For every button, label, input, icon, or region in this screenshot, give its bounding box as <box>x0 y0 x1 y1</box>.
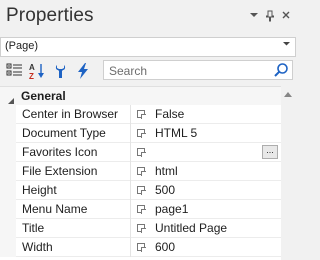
column-divider[interactable] <box>130 181 131 200</box>
property-row[interactable]: Height 500 <box>0 181 281 200</box>
dropdown-icon[interactable] <box>247 10 261 24</box>
row-gutter <box>0 143 16 162</box>
object-selector[interactable]: (Page) <box>0 37 296 57</box>
scroll-up-arrow-icon[interactable] <box>284 92 292 97</box>
property-value[interactable]: page1 <box>155 202 188 216</box>
property-binding-icon[interactable] <box>137 205 146 214</box>
property-name: Center in Browser <box>22 107 119 121</box>
property-grid: General Center in Browser False Document… <box>0 86 281 260</box>
svg-text:A: A <box>29 63 35 72</box>
pin-icon[interactable] <box>263 10 277 24</box>
property-name: Document Type <box>22 126 106 140</box>
property-row[interactable]: Title Untitled Page <box>0 219 281 238</box>
categorized-icon[interactable] <box>6 62 24 80</box>
column-divider[interactable] <box>130 124 131 143</box>
property-name: Width <box>22 240 53 254</box>
property-name: Menu Name <box>22 202 88 216</box>
property-binding-icon[interactable] <box>137 167 146 176</box>
property-value[interactable]: 500 <box>155 183 175 197</box>
property-name: Title <box>22 221 45 235</box>
row-gutter <box>0 219 16 238</box>
property-name: Height <box>22 183 57 197</box>
property-binding-icon[interactable] <box>137 148 146 157</box>
property-binding-icon[interactable] <box>137 186 146 195</box>
row-gutter <box>0 162 16 181</box>
column-divider[interactable] <box>130 143 131 162</box>
browse-button[interactable]: ... <box>262 145 278 159</box>
panel-titlebar: Properties <box>0 0 296 34</box>
row-gutter <box>0 124 16 143</box>
property-name: Favorites Icon <box>22 145 98 159</box>
events-lightning-icon[interactable] <box>74 62 92 80</box>
chevron-down-icon <box>282 39 291 50</box>
panel-title: Properties <box>6 5 94 26</box>
property-value[interactable]: html <box>155 164 178 178</box>
property-binding-icon[interactable] <box>137 224 146 233</box>
property-row[interactable]: Document Type HTML 5 <box>0 124 281 143</box>
property-row[interactable]: File Extension html <box>0 162 281 181</box>
property-value[interactable]: HTML 5 <box>155 126 197 140</box>
property-name: File Extension <box>22 164 98 178</box>
vertical-scrollbar[interactable] <box>281 86 296 259</box>
search-placeholder: Search <box>109 64 148 78</box>
property-row[interactable]: Center in Browser False <box>0 105 281 124</box>
row-gutter <box>0 200 16 219</box>
row-gutter <box>0 105 16 124</box>
property-binding-icon[interactable] <box>137 243 146 252</box>
close-icon[interactable] <box>279 10 293 24</box>
alphabetical-icon[interactable]: A Z <box>28 62 46 81</box>
category-header[interactable]: General <box>0 87 281 105</box>
property-value[interactable]: False <box>155 107 184 121</box>
property-row[interactable]: Menu Name page1 <box>0 200 281 219</box>
property-binding-icon[interactable] <box>137 110 146 119</box>
column-divider[interactable] <box>130 238 131 257</box>
properties-wrench-icon[interactable] <box>52 62 70 80</box>
property-binding-icon[interactable] <box>137 129 146 138</box>
column-divider[interactable] <box>130 200 131 219</box>
property-row[interactable]: Favorites Icon ... <box>0 143 281 162</box>
category-label: General <box>21 89 66 103</box>
search-input[interactable]: Search <box>103 60 293 80</box>
property-row[interactable]: Width 600 <box>0 238 281 257</box>
column-divider[interactable] <box>130 162 131 181</box>
row-gutter <box>0 181 16 200</box>
property-value[interactable]: 600 <box>155 240 175 254</box>
column-divider[interactable] <box>130 105 131 124</box>
row-gutter <box>0 238 16 257</box>
svg-text:Z: Z <box>29 72 34 80</box>
property-value[interactable]: Untitled Page <box>155 221 227 235</box>
object-selector-value: (Page) <box>5 40 39 52</box>
column-divider[interactable] <box>130 219 131 238</box>
search-icon[interactable] <box>273 62 289 83</box>
